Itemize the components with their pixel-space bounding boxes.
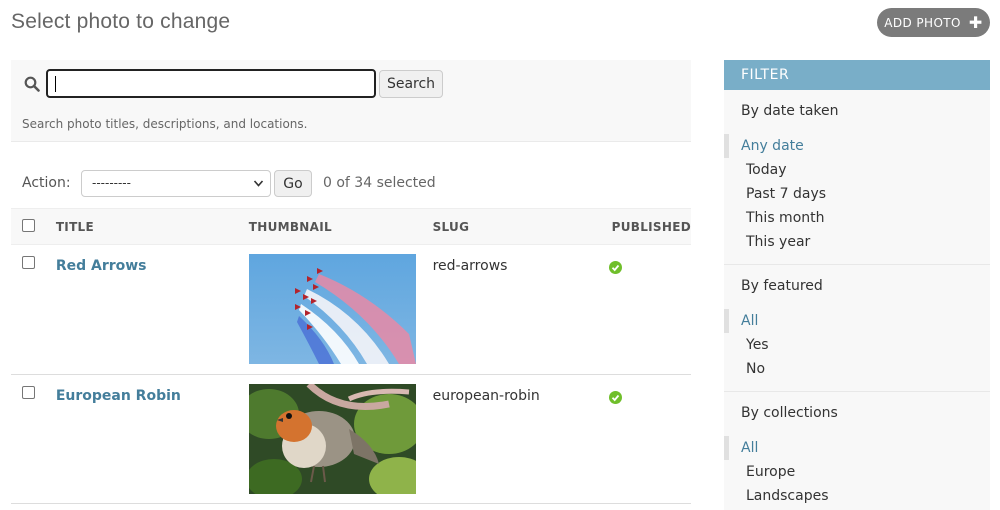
filter-group-title: By featured xyxy=(741,278,823,294)
search-button[interactable]: Search xyxy=(379,70,443,98)
filter-option-this-year[interactable]: This year xyxy=(724,230,990,254)
published-check-icon xyxy=(608,391,622,404)
action-label: Action: xyxy=(22,175,71,191)
row-slug: red-arrows xyxy=(432,258,508,274)
search-toolbar: Search Search photo titles, descriptions… xyxy=(11,60,691,142)
action-selected-option: --------- xyxy=(92,176,131,190)
search-input[interactable] xyxy=(46,69,376,98)
selection-counter: 0 of 34 selected xyxy=(323,175,436,191)
filter-option-no[interactable]: No xyxy=(724,357,990,381)
filter-sidebar: FILTER By date taken Any date Today Past… xyxy=(724,60,990,510)
search-help-text: Search photo titles, descriptions, and l… xyxy=(22,117,308,131)
plus-icon: ✚ xyxy=(968,12,983,32)
table-row: European Robin european-robin xyxy=(11,374,691,504)
column-header-slug[interactable]: SLUG xyxy=(432,208,612,245)
filter-group-featured: By featured All Yes No xyxy=(724,265,990,392)
filter-option-this-month[interactable]: This month xyxy=(724,206,990,230)
chevron-down-icon xyxy=(253,171,264,205)
european-robin-photo xyxy=(248,384,416,494)
filter-option-all[interactable]: All xyxy=(724,436,990,460)
filter-option-past-7-days[interactable]: Past 7 days xyxy=(724,182,990,206)
filter-option-landscapes[interactable]: Landscapes xyxy=(724,484,990,508)
select-all-checkbox[interactable] xyxy=(22,218,35,232)
row-title-link[interactable]: European Robin xyxy=(56,388,181,404)
text-cursor xyxy=(55,76,56,92)
filter-group-title: By collections xyxy=(741,405,838,421)
column-header-title[interactable]: TITLE xyxy=(55,208,249,245)
filter-header: FILTER xyxy=(724,60,990,90)
search-icon xyxy=(24,76,40,92)
filter-option-today[interactable]: Today xyxy=(724,158,990,182)
filter-group-date-taken: By date taken Any date Today Past 7 days… xyxy=(724,90,990,265)
red-arrows-photo xyxy=(248,254,416,364)
filter-group-collections: By collections All Europe Landscapes xyxy=(724,392,990,510)
row-checkbox[interactable] xyxy=(22,386,35,399)
filter-option-europe[interactable]: Europe xyxy=(724,460,990,484)
page-title: Select photo to change xyxy=(11,10,231,33)
add-photo-button[interactable]: ADD PHOTO ✚ xyxy=(877,8,990,37)
row-slug: european-robin xyxy=(432,388,540,404)
published-check-icon xyxy=(608,261,622,274)
column-header-published[interactable]: PUBLISHED xyxy=(611,208,691,245)
actions-bar: Action: --------- Go 0 of 34 selected xyxy=(11,165,691,201)
row-checkbox[interactable] xyxy=(22,256,35,269)
action-select[interactable]: --------- xyxy=(81,170,271,197)
go-button[interactable]: Go xyxy=(274,170,312,197)
table-row: Red Arrows red-arrows xyxy=(11,244,691,375)
row-title-link[interactable]: Red Arrows xyxy=(56,258,147,274)
filter-group-title: By date taken xyxy=(741,103,839,119)
column-header-thumbnail: THUMBNAIL xyxy=(248,208,433,245)
select-all-header xyxy=(11,208,56,245)
results-table: TITLE THUMBNAIL SLUG PUBLISHED Red Arrow… xyxy=(11,208,691,504)
filter-option-yes[interactable]: Yes xyxy=(724,333,990,357)
add-photo-label: ADD PHOTO xyxy=(884,15,961,30)
filter-option-all[interactable]: All xyxy=(724,309,990,333)
filter-option-any-date[interactable]: Any date xyxy=(724,134,990,158)
